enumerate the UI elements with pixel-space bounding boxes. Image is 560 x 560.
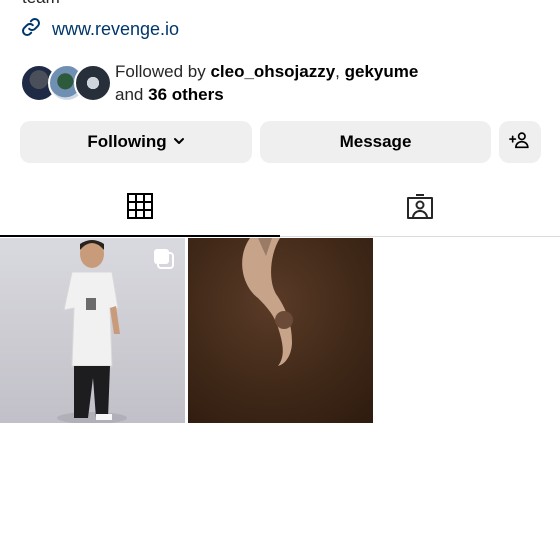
post-image-figure-hanging: [242, 238, 293, 366]
followed-by-row[interactable]: Followed by cleo_ohsojazzy, gekyume and …: [20, 60, 418, 106]
chevron-down-icon: [173, 132, 185, 152]
grid-icon: [126, 192, 154, 225]
link-icon: [20, 16, 42, 43]
post-thumbnail[interactable]: [0, 238, 185, 423]
followed-by-others-count[interactable]: 36 others: [148, 85, 224, 104]
following-button[interactable]: Following: [20, 121, 252, 163]
suggested-users-button[interactable]: [499, 121, 541, 163]
bio-tail-text: team: [22, 0, 60, 8]
post-thumbnail[interactable]: [188, 238, 373, 423]
profile-link[interactable]: www.revenge.io: [52, 19, 179, 40]
message-label: Message: [339, 132, 412, 151]
following-label: Following: [87, 132, 167, 151]
add-person-icon: [509, 129, 531, 156]
follower-username[interactable]: gekyume: [345, 62, 419, 81]
profile-tabs: [0, 180, 560, 237]
profile-link-row[interactable]: www.revenge.io: [20, 16, 179, 43]
multiple-posts-icon: [153, 248, 175, 275]
message-button[interactable]: Message: [260, 121, 491, 163]
tagged-person-icon: [405, 191, 435, 226]
posts-grid: [0, 238, 373, 423]
tab-tagged[interactable]: [280, 180, 560, 236]
mutual-followers-avatars[interactable]: [20, 62, 112, 104]
follower-username[interactable]: cleo_ohsojazzy: [210, 62, 335, 81]
tab-posts-grid[interactable]: [0, 180, 280, 237]
avatar: [74, 64, 112, 102]
followed-by-text[interactable]: Followed by cleo_ohsojazzy, gekyume and …: [115, 60, 418, 106]
profile-actions: Following Message: [20, 121, 541, 163]
